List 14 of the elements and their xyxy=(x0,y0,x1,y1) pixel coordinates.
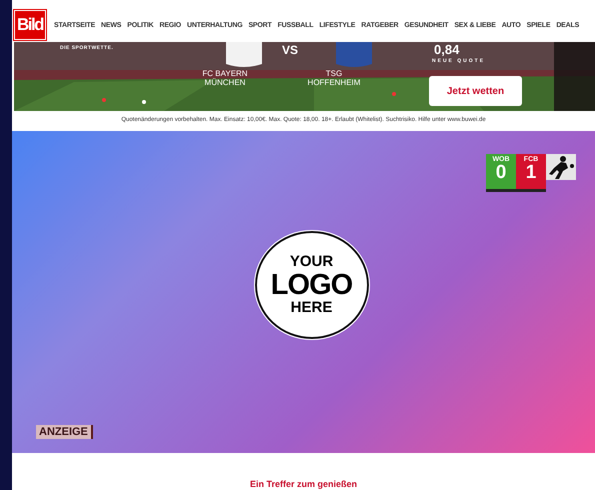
headline: Ein Treffer zum genießen xyxy=(248,478,358,489)
bet-button[interactable]: Jetzt wetten xyxy=(429,76,522,106)
team-name: TSG HOFFENHEIM xyxy=(306,69,362,87)
site-logo[interactable]: Bild xyxy=(14,10,46,40)
goal-count: 1 xyxy=(526,163,536,183)
football-player-icon xyxy=(546,154,576,180)
logo-text: LOGO xyxy=(270,270,352,300)
ad-label: ANZEIGE xyxy=(36,425,93,439)
logo-text: HERE xyxy=(290,300,332,316)
goal-count: 0 xyxy=(496,163,506,183)
logo-text: YOUR xyxy=(290,254,334,270)
versus-label: VS xyxy=(282,43,298,57)
odds-value: 0,84 xyxy=(434,42,460,57)
team-name: FC BAYERN MÜNCHEN xyxy=(201,69,249,87)
